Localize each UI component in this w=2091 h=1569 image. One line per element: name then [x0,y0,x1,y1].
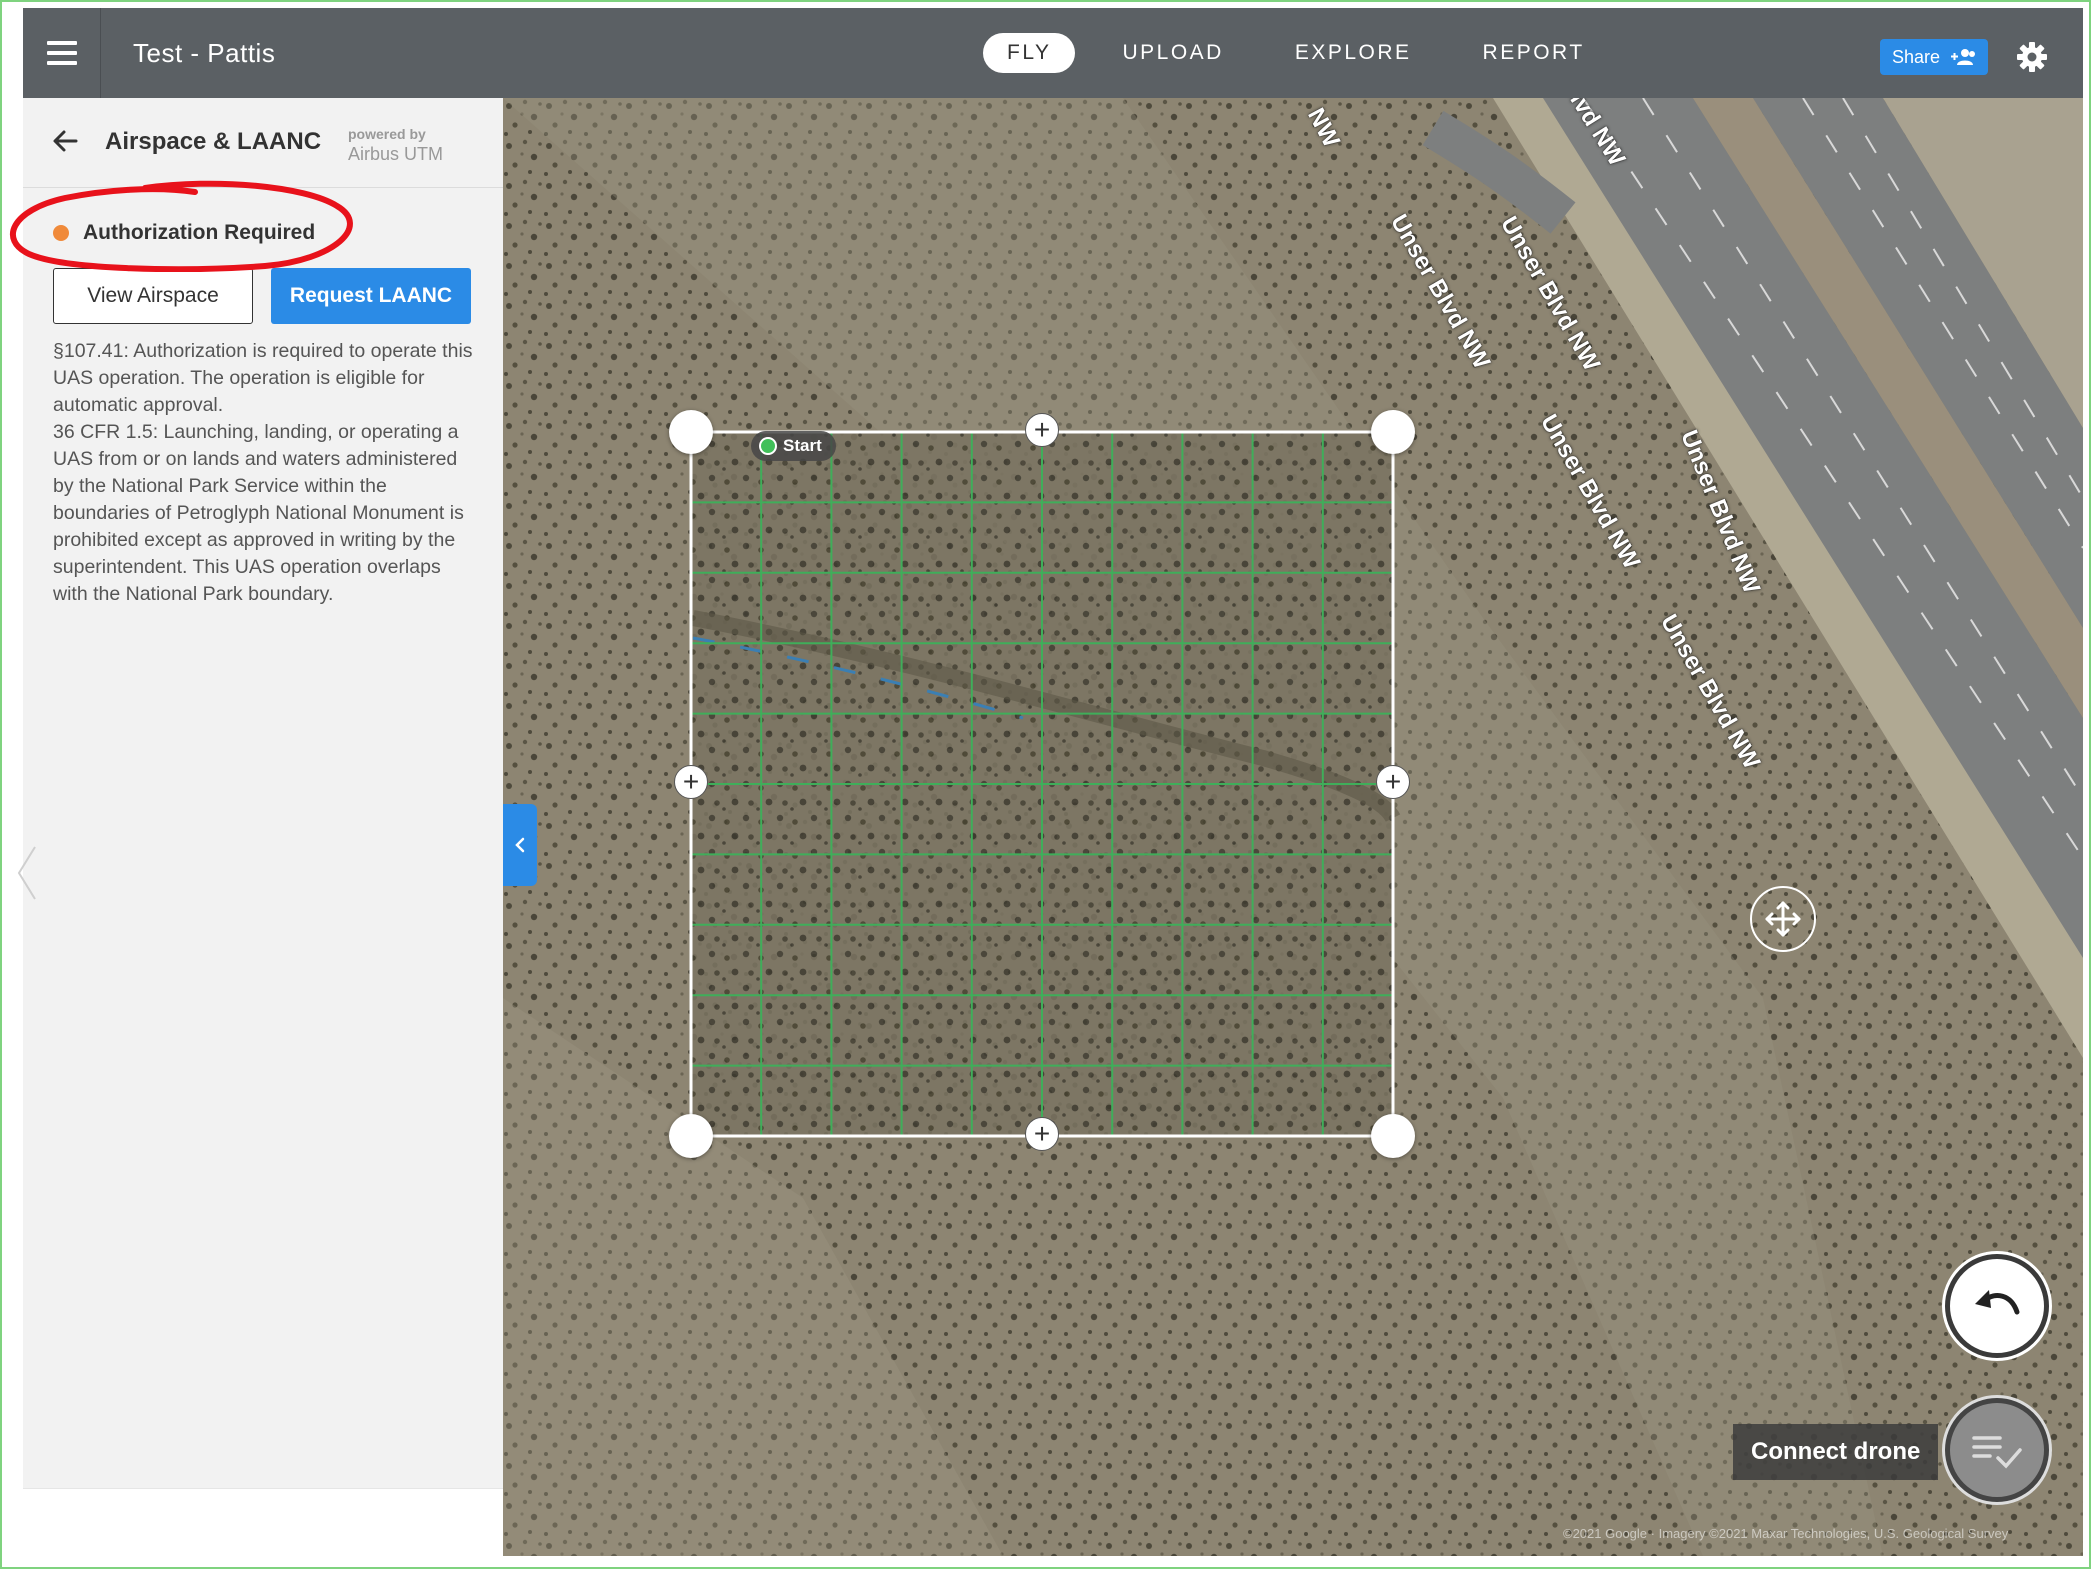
airspace-panel: Airspace & LAANC powered by Airbus UTM A… [17,98,503,1488]
tab-fly[interactable]: FLY [983,33,1076,73]
add-point-right[interactable]: + [1376,765,1410,799]
connect-drone-label[interactable]: Connect drone [1733,1424,1939,1480]
corner-handle-top-left[interactable] [669,410,713,454]
undo-button[interactable] [1945,1254,2049,1358]
menu-icon[interactable] [23,8,101,98]
gear-icon[interactable] [2016,41,2048,73]
panel-footer [23,1488,503,1558]
chevron-left-icon [17,846,36,900]
tab-report[interactable]: REPORT [1459,33,1609,73]
survey-area[interactable] [503,98,2083,1556]
project-title: Test - Pattis [133,38,276,68]
tab-explore[interactable]: EXPLORE [1271,33,1436,73]
panel-header: Airspace & LAANC powered by Airbus UTM [23,98,503,188]
collapse-panel-button[interactable] [503,804,537,886]
back-arrow-icon[interactable] [50,126,80,156]
authorization-details-text: §107.41: Authorization is required to op… [53,340,473,605]
add-point-top[interactable]: + [1025,413,1059,447]
corner-handle-top-right[interactable] [1371,410,1415,454]
move-area-handle[interactable] [1750,886,1816,952]
add-point-left[interactable]: + [674,765,708,799]
screenshot-frame: Test - Pattis FLY UPLOAD EXPLORE REPORT … [0,0,2091,1569]
authorization-status-label: Authorization Required [83,221,316,244]
tab-upload[interactable]: UPLOAD [1098,33,1247,73]
flight-grid [691,432,1393,1136]
authorization-status: Authorization Required [53,221,315,245]
powered-by-brand: Airbus UTM [348,144,444,164]
authorization-details: §107.41: Authorization is required to op… [53,338,478,608]
share-button[interactable]: Share [1880,39,1988,75]
powered-by-label: powered by [348,126,426,142]
undo-icon [1975,1290,2020,1315]
corner-handle-bottom-left[interactable] [669,1114,713,1158]
app-window: Test - Pattis FLY UPLOAD EXPLORE REPORT … [9,8,2083,1558]
chevron-left-icon [515,837,525,853]
corner-handle-bottom-right[interactable] [1371,1114,1415,1158]
preflight-checklist-button[interactable] [1945,1398,2049,1502]
start-marker[interactable]: Start [751,431,836,461]
request-laanc-button[interactable]: Request LAANC [271,268,471,324]
move-arrows-icon [1765,901,1801,937]
start-dot-icon [759,437,777,455]
checklist-icon [1972,1436,2022,1469]
share-label: Share [1891,46,1941,67]
map-view[interactable]: NW Blvd NW Unser Blvd NW Unser Blvd NW U… [503,98,2083,1556]
start-label: Start [783,436,822,455]
add-point-bottom[interactable]: + [1025,1117,1059,1151]
map-attribution: ©2021 Google · Imagery ©2021 Maxar Techn… [1563,1526,2009,1541]
status-dot-icon [53,225,69,241]
view-airspace-button[interactable]: View Airspace [53,268,253,324]
add-people-icon [1951,49,1976,65]
top-bar: Test - Pattis FLY UPLOAD EXPLORE REPORT … [23,8,2083,98]
panel-title: Airspace & LAANC [105,128,322,155]
main-nav: FLY UPLOAD EXPLORE REPORT [983,28,1632,78]
